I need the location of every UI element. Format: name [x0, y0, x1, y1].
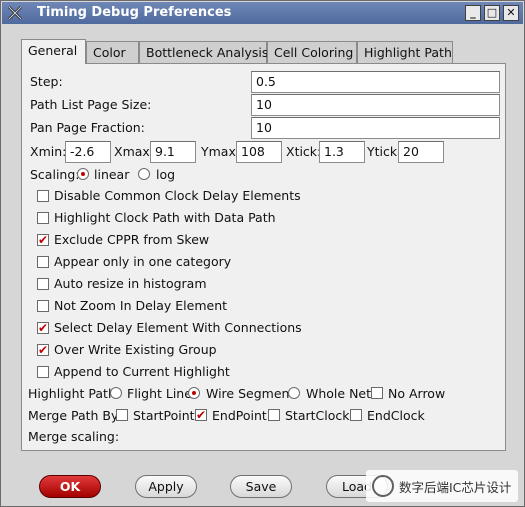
ymax-label: Ymax:: [201, 144, 241, 159]
xtick-input[interactable]: 1.3: [319, 141, 365, 163]
tab-highlight-path[interactable]: Highlight Path: [357, 41, 453, 64]
app-x-icon[interactable]: [7, 5, 23, 21]
xmin-label: Xmin:: [30, 144, 67, 159]
highlight-path-label: Highlight Path:: [28, 386, 121, 401]
window-title: Timing Debug Preferences: [37, 5, 232, 20]
end-clock-label: EndClock: [367, 408, 425, 423]
option-checkbox-7[interactable]: ✔: [37, 344, 49, 356]
xmax-input[interactable]: 9.1: [150, 141, 196, 163]
scaling-linear-radio[interactable]: [77, 168, 89, 180]
option-label-4: Auto resize in histogram: [54, 276, 207, 291]
xmax-label: Xmax:: [114, 144, 155, 159]
page-size-input[interactable]: 10: [251, 94, 500, 116]
option-checkbox-1[interactable]: [37, 212, 49, 224]
apply-button[interactable]: Apply: [135, 475, 197, 498]
option-label-8: Append to Current Highlight: [54, 364, 230, 379]
watermark-text: 数字后端IC芯片设计: [399, 480, 512, 495]
scaling-log-radio[interactable]: [138, 168, 150, 180]
page-size-label: Path List Page Size:: [30, 97, 152, 112]
watermark: 数字后端IC芯片设计: [366, 470, 518, 502]
pan-fraction-input[interactable]: 10: [251, 117, 500, 139]
general-panel: Step: 0.5 Path List Page Size: 10 Pan Pa…: [21, 63, 506, 451]
xtick-label: Xtick:: [286, 144, 322, 159]
close-button[interactable]: ✕: [503, 5, 519, 21]
merge-path-label: Merge Path By:: [28, 408, 122, 423]
tab-general[interactable]: General: [21, 39, 86, 64]
no-arrow-checkbox[interactable]: [371, 387, 383, 399]
step-input[interactable]: 0.5: [251, 71, 500, 93]
flight-line-radio[interactable]: [110, 387, 122, 399]
option-checkbox-2[interactable]: ✔: [37, 234, 49, 246]
tab-bottleneck-analysis[interactable]: Bottleneck Analysis: [139, 41, 268, 64]
ok-button[interactable]: OK: [39, 475, 101, 498]
end-point-label: EndPoint: [212, 408, 267, 423]
wire-segment-radio[interactable]: [188, 387, 200, 399]
option-label-3: Appear only in one category: [54, 254, 232, 269]
option-checkbox-0[interactable]: [37, 190, 49, 202]
save-button[interactable]: Save: [230, 475, 292, 498]
radio-selected-dot: [81, 172, 85, 176]
ytick-input[interactable]: 20: [398, 141, 444, 163]
start-point-checkbox[interactable]: [116, 409, 128, 421]
scaling-linear-label: linear: [94, 167, 130, 182]
option-checkbox-6[interactable]: ✔: [37, 322, 49, 334]
scaling-log-label: log: [156, 167, 176, 182]
option-label-2: Exclude CPPR from Skew: [54, 232, 210, 247]
option-checkbox-5[interactable]: [37, 300, 49, 312]
step-label: Step:: [30, 74, 63, 89]
option-checkbox-4[interactable]: [37, 278, 49, 290]
option-label-0: Disable Common Clock Delay Elements: [54, 188, 301, 203]
wire-segment-label: Wire Segment: [206, 386, 295, 401]
option-label-5: Not Zoom In Delay Element: [54, 298, 228, 313]
merge-scaling-label: Merge scaling:: [28, 429, 120, 444]
end-clock-checkbox[interactable]: [350, 409, 362, 421]
end-point-checkbox[interactable]: ✔: [195, 409, 207, 421]
option-label-6: Select Delay Element With Connections: [54, 320, 302, 335]
start-clock-checkbox[interactable]: [268, 409, 280, 421]
tab-color[interactable]: Color: [86, 41, 139, 64]
tab-cell-coloring[interactable]: Cell Coloring: [267, 41, 357, 64]
minimize-button[interactable]: _: [465, 5, 481, 21]
start-point-label: StartPoint: [133, 408, 195, 423]
option-checkbox-3[interactable]: [37, 256, 49, 268]
xmin-input[interactable]: -2.6: [65, 141, 111, 163]
option-label-1: Highlight Clock Path with Data Path: [54, 210, 276, 225]
scaling-label: Scaling:: [30, 167, 80, 182]
preferences-window: Timing Debug Preferences _ □ ✕ General C…: [0, 0, 525, 507]
ytick-label: Ytick:: [367, 144, 402, 159]
title-bar[interactable]: Timing Debug Preferences _ □ ✕: [2, 2, 523, 24]
option-checkbox-8[interactable]: [37, 366, 49, 378]
whole-net-radio[interactable]: [288, 387, 300, 399]
pan-fraction-label: Pan Page Fraction:: [30, 120, 145, 135]
whole-net-label: Whole Net: [306, 386, 372, 401]
wechat-logo-icon: [372, 475, 394, 497]
start-clock-label: StartClock: [285, 408, 350, 423]
maximize-button[interactable]: □: [484, 5, 500, 21]
radio-selected-dot: [192, 391, 196, 395]
flight-line-label: Flight Line: [127, 386, 192, 401]
option-label-7: Over Write Existing Group: [54, 342, 217, 357]
ymax-input[interactable]: 108: [236, 141, 282, 163]
no-arrow-label: No Arrow: [388, 386, 446, 401]
